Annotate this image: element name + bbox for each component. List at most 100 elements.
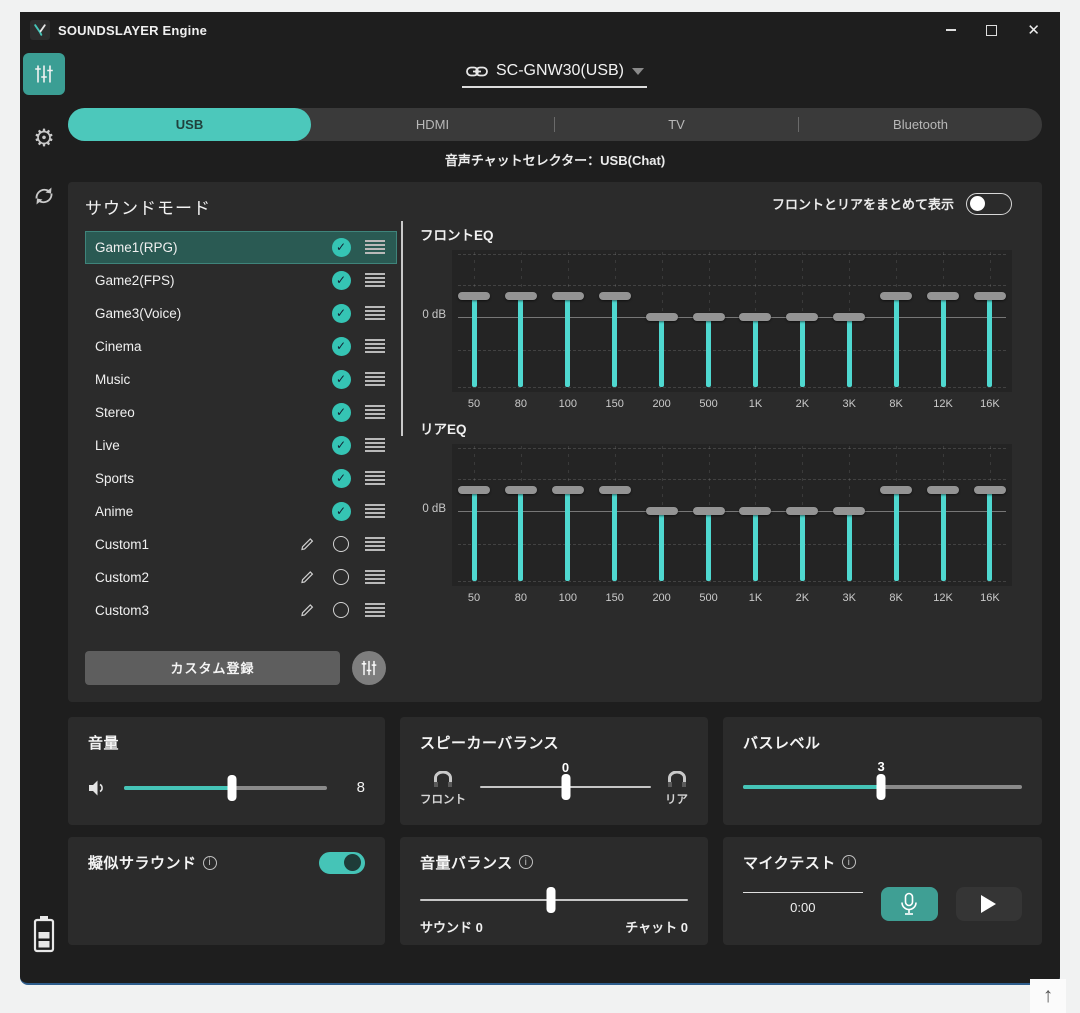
- maximize-button[interactable]: [986, 25, 997, 36]
- eq-band-slider-2k[interactable]: [785, 250, 819, 392]
- eq-slider-handle[interactable]: [693, 313, 725, 321]
- drag-handle-icon[interactable]: [364, 471, 386, 485]
- bass-level-slider[interactable]: 3: [743, 785, 1022, 789]
- eq-band-slider-80[interactable]: [504, 444, 538, 586]
- eq-band-slider-2k[interactable]: [785, 444, 819, 586]
- eq-band-slider-50[interactable]: [457, 444, 491, 586]
- eq-slider-handle[interactable]: [880, 486, 912, 494]
- eq-band-slider-500[interactable]: [692, 444, 726, 586]
- eq-slider-handle[interactable]: [974, 292, 1006, 300]
- drag-handle-icon[interactable]: [364, 273, 386, 287]
- custom-eq-button[interactable]: [352, 651, 386, 685]
- sound-mode-item-live[interactable]: Live✓: [85, 429, 397, 462]
- sound-mode-item-cinema[interactable]: Cinema✓: [85, 330, 397, 363]
- edit-pencil-icon[interactable]: [296, 536, 318, 552]
- check-icon[interactable]: ✓: [330, 403, 352, 422]
- eq-slider-handle[interactable]: [505, 292, 537, 300]
- eq-slider-handle[interactable]: [833, 313, 865, 321]
- eq-slider-handle[interactable]: [693, 507, 725, 515]
- slider-knob[interactable]: [561, 774, 570, 800]
- eq-slider-handle[interactable]: [786, 507, 818, 515]
- eq-band-slider-150[interactable]: [598, 444, 632, 586]
- info-icon[interactable]: i: [842, 855, 856, 869]
- eq-band-slider-100[interactable]: [551, 250, 585, 392]
- radio-circle-icon[interactable]: [330, 569, 352, 585]
- slider-knob[interactable]: [227, 775, 236, 801]
- minimize-button[interactable]: [946, 29, 956, 31]
- play-button[interactable]: [956, 887, 1022, 921]
- mic-record-button[interactable]: [881, 887, 938, 921]
- eq-slider-handle[interactable]: [458, 486, 490, 494]
- drag-handle-icon[interactable]: [364, 372, 386, 386]
- eq-band-slider-1k[interactable]: [738, 250, 772, 392]
- refresh-icon[interactable]: [31, 183, 57, 209]
- volume-balance-slider[interactable]: [420, 899, 688, 902]
- drag-handle-icon[interactable]: [364, 339, 386, 353]
- edit-pencil-icon[interactable]: [296, 569, 318, 585]
- eq-band-slider-150[interactable]: [598, 250, 632, 392]
- sound-mode-item-game3-voice[interactable]: Game3(Voice)✓: [85, 297, 397, 330]
- device-selector[interactable]: SC-GNW30(USB): [460, 60, 650, 88]
- eq-band-slider-12k[interactable]: [926, 250, 960, 392]
- check-icon[interactable]: ✓: [330, 436, 352, 455]
- eq-band-slider-16k[interactable]: [973, 444, 1007, 586]
- check-icon[interactable]: ✓: [330, 337, 352, 356]
- eq-band-slider-500[interactable]: [692, 250, 726, 392]
- tab-hdmi[interactable]: HDMI: [311, 108, 554, 141]
- eq-band-slider-200[interactable]: [645, 444, 679, 586]
- scroll-top-button[interactable]: ↑: [1030, 979, 1066, 1013]
- volume-slider[interactable]: [124, 786, 327, 790]
- eq-slider-handle[interactable]: [552, 486, 584, 494]
- eq-band-slider-8k[interactable]: [879, 250, 913, 392]
- tab-bluetooth[interactable]: Bluetooth: [799, 108, 1042, 141]
- eq-slider-handle[interactable]: [880, 292, 912, 300]
- eq-slider-handle[interactable]: [599, 486, 631, 494]
- check-icon[interactable]: ✓: [330, 238, 352, 257]
- eq-slider-handle[interactable]: [739, 313, 771, 321]
- eq-band-slider-16k[interactable]: [973, 250, 1007, 392]
- drag-handle-icon[interactable]: [364, 306, 386, 320]
- drag-handle-icon[interactable]: [364, 570, 386, 584]
- check-icon[interactable]: ✓: [330, 370, 352, 389]
- eq-slider-handle[interactable]: [505, 486, 537, 494]
- eq-band-slider-3k[interactable]: [832, 250, 866, 392]
- eq-slider-handle[interactable]: [927, 486, 959, 494]
- drag-handle-icon[interactable]: [364, 504, 386, 518]
- sound-mode-item-custom3[interactable]: Custom3: [85, 594, 397, 627]
- info-icon[interactable]: i: [519, 855, 533, 869]
- drag-handle-icon[interactable]: [364, 405, 386, 419]
- eq-slider-handle[interactable]: [552, 292, 584, 300]
- radio-circle-icon[interactable]: [330, 536, 352, 552]
- radio-circle-icon[interactable]: [330, 602, 352, 618]
- eq-slider-handle[interactable]: [646, 507, 678, 515]
- sound-mode-item-sports[interactable]: Sports✓: [85, 462, 397, 495]
- drag-handle-icon[interactable]: [364, 603, 386, 617]
- tab-usb[interactable]: USB: [68, 108, 311, 141]
- eq-slider-handle[interactable]: [786, 313, 818, 321]
- eq-slider-handle[interactable]: [646, 313, 678, 321]
- check-icon[interactable]: ✓: [330, 502, 352, 521]
- eq-band-slider-100[interactable]: [551, 444, 585, 586]
- check-icon[interactable]: ✓: [330, 469, 352, 488]
- drag-handle-icon[interactable]: [364, 537, 386, 551]
- slider-knob[interactable]: [877, 774, 886, 800]
- check-icon[interactable]: ✓: [330, 304, 352, 323]
- pseudo-surround-toggle[interactable]: [319, 852, 365, 874]
- eq-band-slider-3k[interactable]: [832, 444, 866, 586]
- list-scrollbar[interactable]: [401, 221, 403, 436]
- drag-handle-icon[interactable]: [364, 438, 386, 452]
- speaker-balance-slider[interactable]: 0: [480, 786, 651, 789]
- eq-band-slider-200[interactable]: [645, 250, 679, 392]
- settings-gear-icon[interactable]: ⚙: [33, 127, 55, 151]
- slider-knob[interactable]: [547, 887, 556, 913]
- eq-slider-handle[interactable]: [739, 507, 771, 515]
- sound-mode-item-anime[interactable]: Anime✓: [85, 495, 397, 528]
- sound-mode-item-stereo[interactable]: Stereo✓: [85, 396, 397, 429]
- eq-band-slider-50[interactable]: [457, 250, 491, 392]
- eq-slider-handle[interactable]: [974, 486, 1006, 494]
- combine-front-rear-toggle[interactable]: [966, 193, 1012, 215]
- check-icon[interactable]: ✓: [330, 271, 352, 290]
- sound-mode-item-game1-rpg[interactable]: Game1(RPG)✓: [85, 231, 397, 264]
- sound-mode-item-music[interactable]: Music✓: [85, 363, 397, 396]
- eq-band-slider-12k[interactable]: [926, 444, 960, 586]
